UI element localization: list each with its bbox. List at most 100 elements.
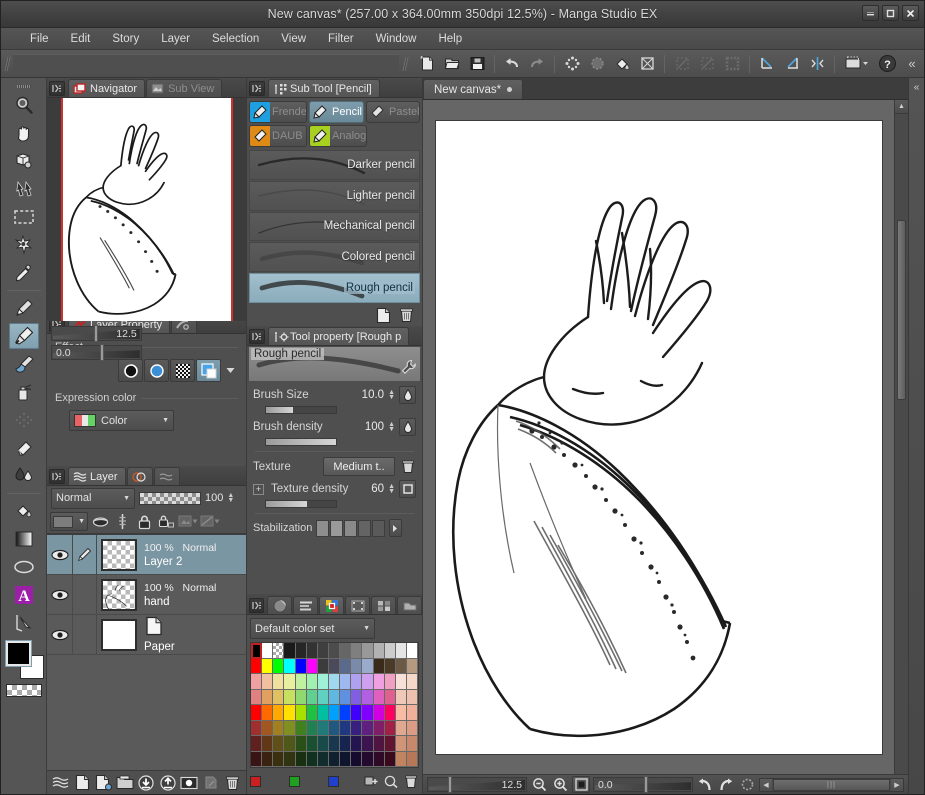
- expand-texture-density-icon[interactable]: +: [253, 483, 264, 495]
- save-file-icon[interactable]: [465, 52, 489, 76]
- color-swatch[interactable]: [406, 643, 419, 659]
- scroll-right-arrow-icon[interactable]: ▶: [891, 778, 903, 791]
- text-tool[interactable]: A: [9, 582, 39, 608]
- color-swatch[interactable]: [351, 674, 363, 690]
- menu-window[interactable]: Window: [365, 31, 428, 47]
- color-swatch[interactable]: [395, 751, 407, 767]
- color-swatch[interactable]: [262, 705, 274, 721]
- stabilization-more-icon[interactable]: [389, 519, 403, 537]
- brush-density-slider[interactable]: [265, 438, 337, 446]
- menu-story[interactable]: Story: [101, 31, 150, 47]
- open-file-icon[interactable]: [440, 52, 464, 76]
- sub-tool-panel-menu-icon[interactable]: [249, 81, 265, 96]
- color-swatch[interactable]: [362, 720, 374, 736]
- menu-view[interactable]: View: [270, 31, 317, 47]
- color-indicator[interactable]: [4, 640, 44, 681]
- color-swatch[interactable]: [340, 658, 352, 674]
- lock-transparent-icon[interactable]: [156, 512, 176, 531]
- color-swatch[interactable]: [406, 720, 419, 736]
- color-swatch[interactable]: [317, 689, 329, 705]
- undo-icon[interactable]: [500, 52, 524, 76]
- opacity-slider[interactable]: [139, 491, 201, 505]
- maximize-button[interactable]: [882, 5, 899, 21]
- color-swatch[interactable]: [262, 689, 274, 705]
- color-swatch[interactable]: [295, 705, 307, 721]
- color-swatch[interactable]: [317, 658, 329, 674]
- minimize-button[interactable]: [862, 5, 879, 21]
- sub-tool-tab-pastel[interactable]: Pastel: [366, 101, 420, 123]
- border-effect-icon[interactable]: [118, 359, 143, 382]
- color-swatch[interactable]: [306, 736, 318, 752]
- sub-tool-tab-daub[interactable]: DAUB: [249, 125, 307, 147]
- tool-property-panel-menu-icon[interactable]: [249, 329, 265, 344]
- color-swatch[interactable]: [362, 736, 374, 752]
- color-swatch[interactable]: [351, 689, 363, 705]
- ruler-symmetry-icon[interactable]: [805, 52, 829, 76]
- stabilization-cells[interactable]: [316, 519, 386, 537]
- tab-sub-tool[interactable]: Sub Tool [Pencil]: [268, 79, 380, 97]
- color-swatch[interactable]: [306, 689, 318, 705]
- color-swatch[interactable]: [395, 736, 407, 752]
- list-item[interactable]: Colored pencil: [249, 242, 420, 273]
- color-swatch[interactable]: [340, 705, 352, 721]
- pencil-tool[interactable]: [8, 323, 39, 349]
- brush-density-stepper[interactable]: ▲ ▼: [388, 421, 395, 433]
- color-swatch[interactable]: [273, 689, 285, 705]
- color-swatch[interactable]: [340, 674, 352, 690]
- tab-color-history[interactable]: [345, 596, 371, 614]
- color-swatch[interactable]: [384, 720, 396, 736]
- navigator-rotation-slider[interactable]: 0.0: [51, 344, 142, 361]
- delete-sub-tool-icon[interactable]: [396, 306, 416, 325]
- color-swatch[interactable]: [295, 689, 307, 705]
- color-swatch[interactable]: [340, 736, 352, 752]
- mask-icon[interactable]: [90, 512, 110, 531]
- color-swatch[interactable]: [284, 705, 296, 721]
- color-swatch[interactable]: [340, 751, 352, 767]
- color-swatch-green[interactable]: [289, 775, 300, 787]
- color-swatch[interactable]: [306, 674, 318, 690]
- color-swatch[interactable]: [362, 643, 374, 659]
- color-swatch[interactable]: [406, 736, 419, 752]
- color-swatch-red[interactable]: [250, 775, 261, 787]
- tab-animation[interactable]: [126, 467, 153, 485]
- selection-border-icon[interactable]: [720, 52, 744, 76]
- color-swatch[interactable]: [295, 658, 307, 674]
- table-row[interactable]: 100 % Normal Layer 2: [47, 535, 246, 575]
- add-color-icon[interactable]: [363, 772, 379, 791]
- color-swatch[interactable]: [406, 751, 419, 767]
- deselect-icon[interactable]: [585, 52, 609, 76]
- mask-apply-icon[interactable]: [200, 512, 220, 531]
- delete-layer-icon[interactable]: [223, 773, 242, 792]
- color-swatch[interactable]: [395, 705, 407, 721]
- layer-draft-toggle[interactable]: [73, 615, 97, 654]
- color-swatch[interactable]: [384, 658, 396, 674]
- color-swatch[interactable]: [262, 720, 274, 736]
- merge-visible-icon[interactable]: [158, 773, 177, 792]
- color-swatch[interactable]: [373, 689, 385, 705]
- color-swatch[interactable]: [284, 643, 296, 659]
- list-item[interactable]: Rough pencil: [249, 273, 420, 303]
- color-swatch[interactable]: [395, 674, 407, 690]
- tab-navigator[interactable]: Navigator: [68, 79, 146, 97]
- color-swatch[interactable]: [284, 720, 296, 736]
- ruler-icon[interactable]: [112, 512, 132, 531]
- ruler-snap-icon[interactable]: [755, 52, 779, 76]
- transfer-icon[interactable]: [201, 773, 220, 792]
- invert-icon[interactable]: [695, 52, 719, 76]
- color-swatch[interactable]: [395, 643, 407, 659]
- airbrush-tool[interactable]: [9, 379, 39, 405]
- color-swatch[interactable]: [262, 751, 274, 767]
- vertical-scroll-thumb[interactable]: [897, 220, 906, 400]
- color-swatch[interactable]: [328, 689, 341, 705]
- color-swatch[interactable]: [406, 674, 419, 690]
- canvas-tab-new-canvas[interactable]: New canvas*: [423, 79, 524, 99]
- brush-density-dynamics-icon[interactable]: [399, 418, 416, 436]
- color-swatch[interactable]: [384, 689, 396, 705]
- gradient-tool[interactable]: [9, 526, 39, 552]
- color-set-panel-menu-icon[interactable]: [249, 598, 265, 613]
- color-swatch[interactable]: [251, 658, 263, 674]
- color-swatch[interactable]: [351, 736, 363, 752]
- brush-tool[interactable]: [9, 351, 39, 377]
- zoom-out-icon[interactable]: [530, 776, 548, 793]
- effect-dropdown-arrow-icon[interactable]: [222, 359, 238, 382]
